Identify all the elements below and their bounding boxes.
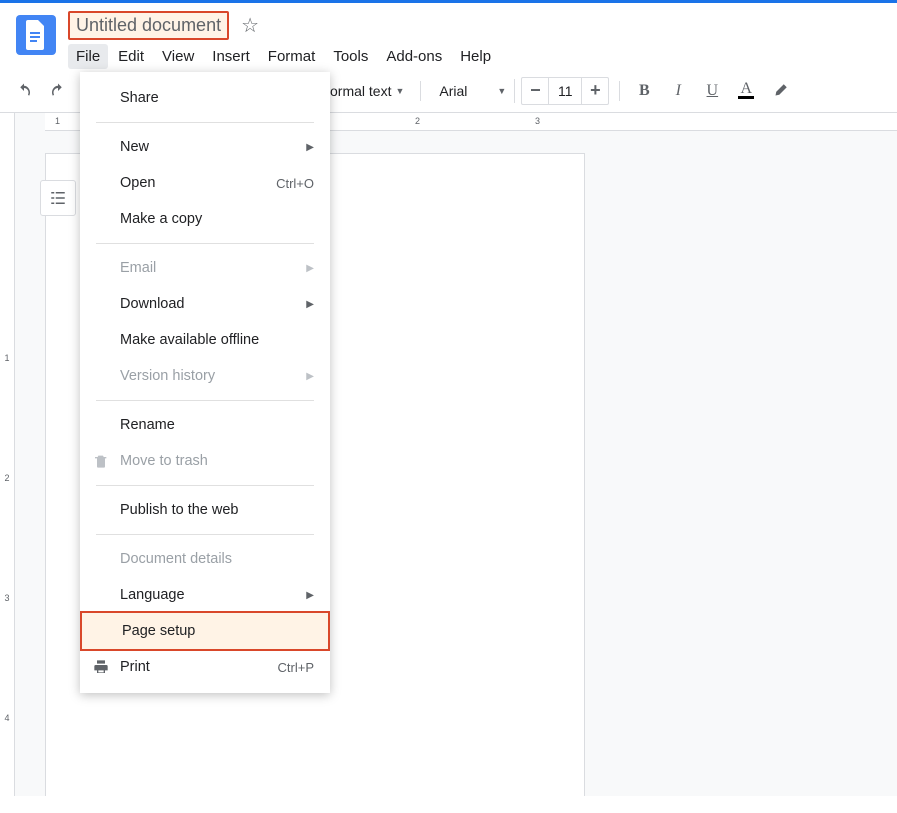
menu-format[interactable]: Format <box>260 44 324 69</box>
file-menu-email: Email ▶ <box>80 250 330 286</box>
menu-item-label: Version history <box>120 368 215 384</box>
chevron-right-icon: ▶ <box>306 590 314 601</box>
file-menu-print[interactable]: Print Ctrl+P <box>80 649 330 685</box>
menu-file[interactable]: File <box>68 44 108 69</box>
paragraph-style-label: ormal text <box>330 83 391 99</box>
font-family-dropdown[interactable]: Arial ▼ <box>431 79 515 103</box>
document-title[interactable]: Untitled document <box>68 11 229 40</box>
file-menu-download[interactable]: Download ▶ <box>80 286 330 322</box>
ruler-tick: 4 <box>0 713 14 723</box>
file-menu-rename[interactable]: Rename <box>80 407 330 443</box>
text-color-button[interactable]: A <box>732 77 760 105</box>
toolbar-separator <box>619 81 620 101</box>
ruler-tick: 2 <box>415 116 420 126</box>
file-menu-share[interactable]: Share <box>80 80 330 116</box>
menu-item-label: Make a copy <box>120 211 202 227</box>
ruler-tick: 1 <box>0 353 14 363</box>
font-size-value[interactable]: 11 <box>548 78 582 104</box>
chevron-right-icon: ▶ <box>306 371 314 382</box>
menu-edit[interactable]: Edit <box>110 44 152 69</box>
file-menu-publish-to-the-web[interactable]: Publish to the web <box>80 492 330 528</box>
menu-help[interactable]: Help <box>452 44 499 69</box>
menubar: File Edit View Insert Format Tools Add-o… <box>68 44 889 69</box>
menu-item-label: Move to trash <box>120 453 208 469</box>
menu-separator <box>96 485 314 486</box>
file-menu-make-available-offline[interactable]: Make available offline <box>80 322 330 358</box>
menu-item-label: Document details <box>120 551 232 567</box>
font-size-decrease-button[interactable]: − <box>522 78 548 104</box>
file-menu-page-setup[interactable]: Page setup <box>80 611 330 651</box>
chevron-right-icon: ▶ <box>306 142 314 153</box>
file-menu-language[interactable]: Language ▶ <box>80 577 330 613</box>
chevron-right-icon: ▶ <box>306 263 314 274</box>
undo-button[interactable] <box>10 77 38 105</box>
ruler-tick: 3 <box>535 116 540 126</box>
chevron-down-icon: ▼ <box>395 86 404 96</box>
menu-item-label: New <box>120 139 149 155</box>
ruler-tick: 1 <box>55 116 60 126</box>
show-outline-button[interactable] <box>40 180 76 216</box>
highlight-button[interactable] <box>766 77 794 105</box>
menu-view[interactable]: View <box>154 44 202 69</box>
star-icon[interactable]: ☆ <box>241 13 259 38</box>
ruler-tick: 2 <box>0 473 14 483</box>
font-size-increase-button[interactable]: + <box>582 78 608 104</box>
menu-insert[interactable]: Insert <box>204 44 258 69</box>
vertical-ruler: 1 2 3 4 <box>0 113 15 796</box>
menu-item-label: Make available offline <box>120 332 259 348</box>
menu-item-label: Download <box>120 296 185 312</box>
file-menu-version-history: Version history ▶ <box>80 358 330 394</box>
menu-separator <box>96 400 314 401</box>
font-family-label: Arial <box>439 83 467 99</box>
outline-icon <box>49 189 67 207</box>
font-size-control: − 11 + <box>521 77 609 105</box>
menu-item-label: Email <box>120 260 156 276</box>
menu-item-label: Share <box>120 90 159 106</box>
docs-file-icon <box>24 20 48 50</box>
ruler-tick: 3 <box>0 593 14 603</box>
menu-item-label: Page setup <box>122 623 195 639</box>
file-dropdown-menu: ShareNew▶OpenCtrl+OMake a copyEmail▶Down… <box>80 72 330 693</box>
menu-shortcut: Ctrl+O <box>276 176 314 191</box>
file-menu-make-a-copy[interactable]: Make a copy <box>80 201 330 237</box>
redo-button[interactable] <box>44 77 72 105</box>
text-color-indicator <box>738 96 754 99</box>
trash-icon <box>92 452 110 470</box>
menu-item-label: Open <box>120 175 155 191</box>
menu-tools[interactable]: Tools <box>325 44 376 69</box>
toolbar-separator <box>420 81 421 101</box>
bold-button[interactable]: B <box>630 77 658 105</box>
menu-separator <box>96 534 314 535</box>
menu-item-label: Rename <box>120 417 175 433</box>
file-menu-open[interactable]: Open Ctrl+O <box>80 165 330 201</box>
file-menu-move-to-trash: Move to trash <box>80 443 330 479</box>
file-menu-document-details: Document details <box>80 541 330 577</box>
print-icon <box>92 658 110 676</box>
chevron-right-icon: ▶ <box>306 299 314 310</box>
menu-separator <box>96 122 314 123</box>
chevron-down-icon: ▼ <box>497 86 506 96</box>
italic-button[interactable]: I <box>664 77 692 105</box>
menu-item-label: Language <box>120 587 185 603</box>
menu-separator <box>96 243 314 244</box>
header: Untitled document ☆ File Edit View Inser… <box>0 3 897 69</box>
menu-addons[interactable]: Add-ons <box>378 44 450 69</box>
menu-item-label: Print <box>120 659 150 675</box>
menu-shortcut: Ctrl+P <box>278 660 314 675</box>
paragraph-style-dropdown[interactable]: ormal text ▼ <box>324 79 410 103</box>
menu-item-label: Publish to the web <box>120 502 239 518</box>
docs-logo[interactable] <box>16 15 56 55</box>
file-menu-new[interactable]: New ▶ <box>80 129 330 165</box>
underline-button[interactable]: U <box>698 77 726 105</box>
